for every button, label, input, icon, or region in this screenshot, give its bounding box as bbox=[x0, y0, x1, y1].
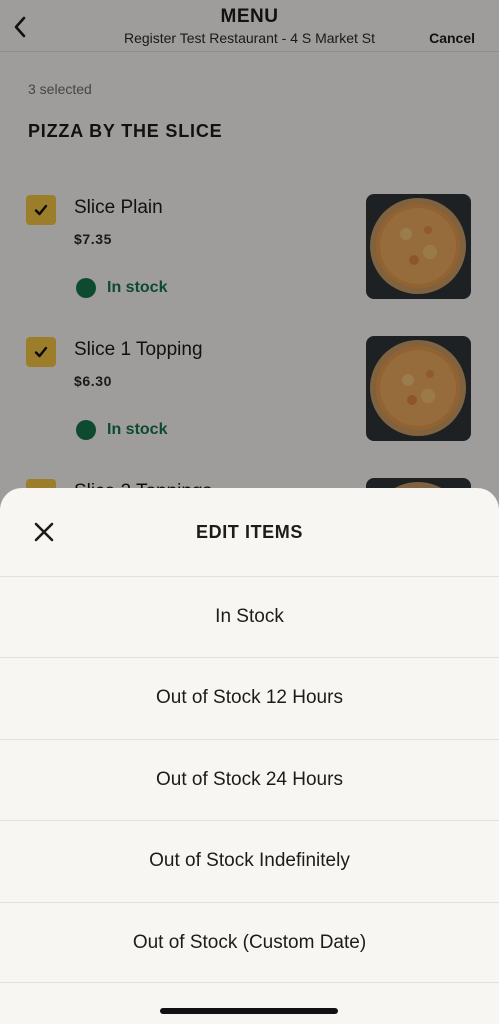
sheet-title: EDIT ITEMS bbox=[195, 522, 303, 542]
option-out-of-stock-12-hours[interactable]: Out of Stock 12 Hours bbox=[0, 657, 499, 738]
menu-screen: MENU Register Test Restaurant - 4 S Mark… bbox=[0, 0, 499, 1024]
option-out-of-stock-indefinitely[interactable]: Out of Stock Indefinitely bbox=[0, 820, 499, 901]
option-in-stock[interactable]: In Stock bbox=[0, 576, 499, 657]
option-out-of-stock-24-hours[interactable]: Out of Stock 24 Hours bbox=[0, 739, 499, 820]
home-indicator bbox=[160, 1008, 338, 1014]
edit-items-sheet: EDIT ITEMS In Stock Out of Stock 12 Hour… bbox=[0, 488, 499, 1024]
option-out-of-stock-custom-date[interactable]: Out of Stock (Custom Date) bbox=[0, 902, 499, 983]
